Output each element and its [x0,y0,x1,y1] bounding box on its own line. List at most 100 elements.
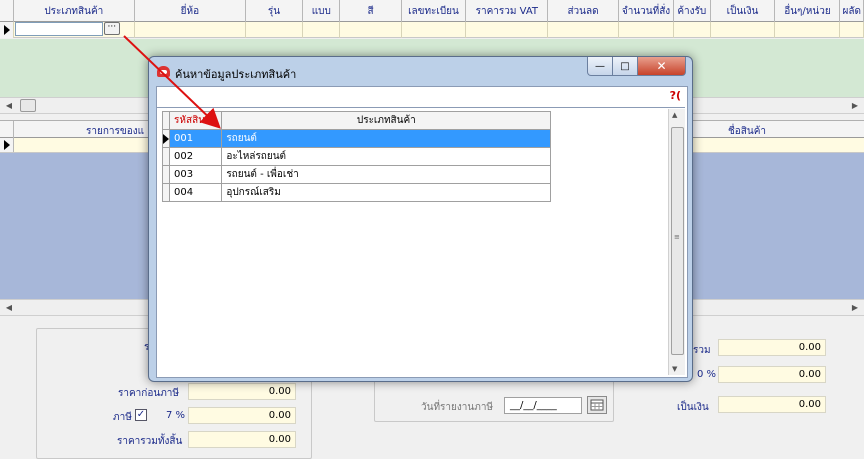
row-pointer-icon [4,25,10,35]
discount-field[interactable]: 0.00 [718,366,826,383]
cell-code[interactable]: 001 [168,129,223,148]
product-type-search-dialog[interactable]: ค้นหาข้อมูลประเภทสินค้า — □ ✕ ?( รหัสสิน… [148,56,693,382]
grid-cell[interactable] [711,22,776,38]
cell-type[interactable]: รถยนต์ - เพื่อเช่า [221,165,552,184]
minimize-button[interactable]: — [587,57,613,76]
grand-total-field[interactable]: 0.00 [188,431,296,448]
price-before-tax-field[interactable]: 0.00 [188,383,296,400]
cell-code[interactable]: 003 [168,165,223,184]
grid-cell[interactable] [775,22,841,38]
tax-report-date-label: วันที่รายงานภาษี [421,402,494,413]
amount-field[interactable]: 0.00 [718,396,826,413]
table-row[interactable]: 003 รถยนต์ - เพื่อเช่า [162,165,552,184]
close-button[interactable]: ✕ [637,57,686,76]
scroll-right-icon[interactable]: ▶ [848,98,862,113]
row-indicator [162,129,170,148]
table-row[interactable]: 002 อะไหล่รถยนต์ [162,147,552,166]
grid-cell[interactable] [246,22,304,38]
ellipsis-lookup-button[interactable]: ··· [103,22,120,35]
grid-col-header[interactable]: สี [340,0,402,22]
search-input[interactable]: ?( [157,87,685,108]
price-before-tax-label: ราคาก่อนภาษี [118,388,179,399]
row-indicator-header [0,0,14,22]
table-row[interactable]: 001 รถยนต์ [162,129,552,148]
grid-cell[interactable] [340,22,402,38]
dialog-title: ค้นหาข้อมูลประเภทสินค้า [175,68,297,81]
maximize-button[interactable]: □ [612,57,638,76]
tax-amount-field[interactable]: 0.00 [188,407,296,424]
grid-cell[interactable] [135,22,246,38]
close-icon: ✕ [656,59,667,73]
grid-col-header[interactable]: อื่นๆ/หน่วย [775,0,841,22]
tax-checkbox[interactable]: ✓ [135,409,147,421]
grid-col-header[interactable]: ผลัด [840,0,864,22]
product-grid-edit-row[interactable]: ··· [0,22,864,38]
scroll-up-icon[interactable]: ▲ [672,111,677,119]
grid-col-header[interactable]: ประเภทสินค้า [14,0,135,22]
grid-col-header[interactable]: ยี่ห้อ [135,0,246,22]
maximize-icon: □ [620,60,630,72]
scroll-thumb[interactable] [20,99,36,112]
grid-col-header[interactable]: จำนวนที่สั่ง [619,0,675,22]
scroll-right-icon[interactable]: ▶ [848,300,862,315]
scroll-down-icon[interactable]: ▼ [672,365,677,373]
row-indicator-header [0,121,14,138]
grid-col-header[interactable]: ค้างรับ [674,0,711,22]
row-indicator [0,22,14,38]
grid-cell[interactable] [548,22,619,38]
cell-code[interactable]: 002 [168,147,223,166]
grid-cell[interactable] [619,22,675,38]
row-indicator [0,138,14,152]
table-row[interactable]: 004 อุปกรณ์เสริม [162,183,552,202]
col-header-type[interactable]: ประเภทสินค้า [221,111,552,130]
discount-percent: 0 % [697,369,717,380]
grid-col-header[interactable]: ส่วนลด [548,0,619,22]
amount-label: เป็นเงิน [677,402,709,413]
scroll-thumb[interactable]: ≡ [671,127,684,355]
grid-col-header[interactable]: รุ่น [246,0,304,22]
product-type-input[interactable] [14,22,103,36]
cell-type[interactable]: อุปกรณ์เสริม [221,183,552,202]
grid-cell[interactable] [674,22,711,38]
tax-rate: 7 % [166,410,186,421]
minimize-icon: — [595,60,605,72]
dialog-body: ?( รหัสสินค้า ประเภทสินค้า 001 รถยนต์ 002 อ… [156,86,688,378]
cell-type[interactable]: อะไหล่รถยนต์ [221,147,552,166]
detail-col-product-name: ชื่อสินค้า [728,126,767,137]
list-vscrollbar[interactable]: ▲ ≡ ▼ [668,109,685,375]
grid-cell[interactable] [303,22,341,38]
grid-col-header[interactable]: ราคารวม VAT [466,0,549,22]
scroll-left-icon[interactable]: ◀ [2,300,16,315]
calendar-icon [590,399,604,411]
grand-total-label: ราคารวมทั้งสิ้น [117,436,183,447]
total-label: รวม [693,345,711,356]
grid-col-header[interactable]: เลขทะเบียน [402,0,467,22]
grid-cell[interactable] [840,22,864,38]
search-help-icon[interactable]: ?( [670,89,681,102]
grid-col-header[interactable]: แบบ [303,0,341,22]
product-type-list: รหัสสินค้า ประเภทสินค้า 001 รถยนต์ 002 อะไห… [157,109,685,375]
row-indicator [162,165,170,184]
tax-label: ภาษี [113,412,132,423]
tax-report-date-input[interactable]: __/__/____ [504,397,582,414]
row-pointer-icon [163,133,169,144]
scroll-left-icon[interactable]: ◀ [2,98,16,113]
detail-col-items: รายการของแ [86,126,145,137]
calendar-button[interactable] [587,396,607,414]
dialog-app-icon [157,66,170,77]
row-indicator [162,147,170,166]
grid-col-header[interactable]: เป็นเงิน [711,0,776,22]
product-type-table: รหัสสินค้า ประเภทสินค้า 001 รถยนต์ 002 อะไห… [162,111,552,202]
grid-cell[interactable]: ··· [14,22,135,38]
cell-code[interactable]: 004 [168,183,223,202]
grid-cell[interactable] [402,22,467,38]
row-indicator-header [162,111,170,130]
row-indicator [162,183,170,202]
grid-cell[interactable] [466,22,549,38]
row-pointer-icon [4,140,10,150]
grip-icon: ≡ [674,233,680,241]
cell-type[interactable]: รถยนต์ [221,129,552,148]
total-field[interactable]: 0.00 [718,339,826,356]
col-header-code[interactable]: รหัสสินค้า [168,111,223,130]
product-grid-header: ประเภทสินค้า ยี่ห้อ รุ่น แบบ สี เลขทะเบียน ราค… [0,0,864,22]
